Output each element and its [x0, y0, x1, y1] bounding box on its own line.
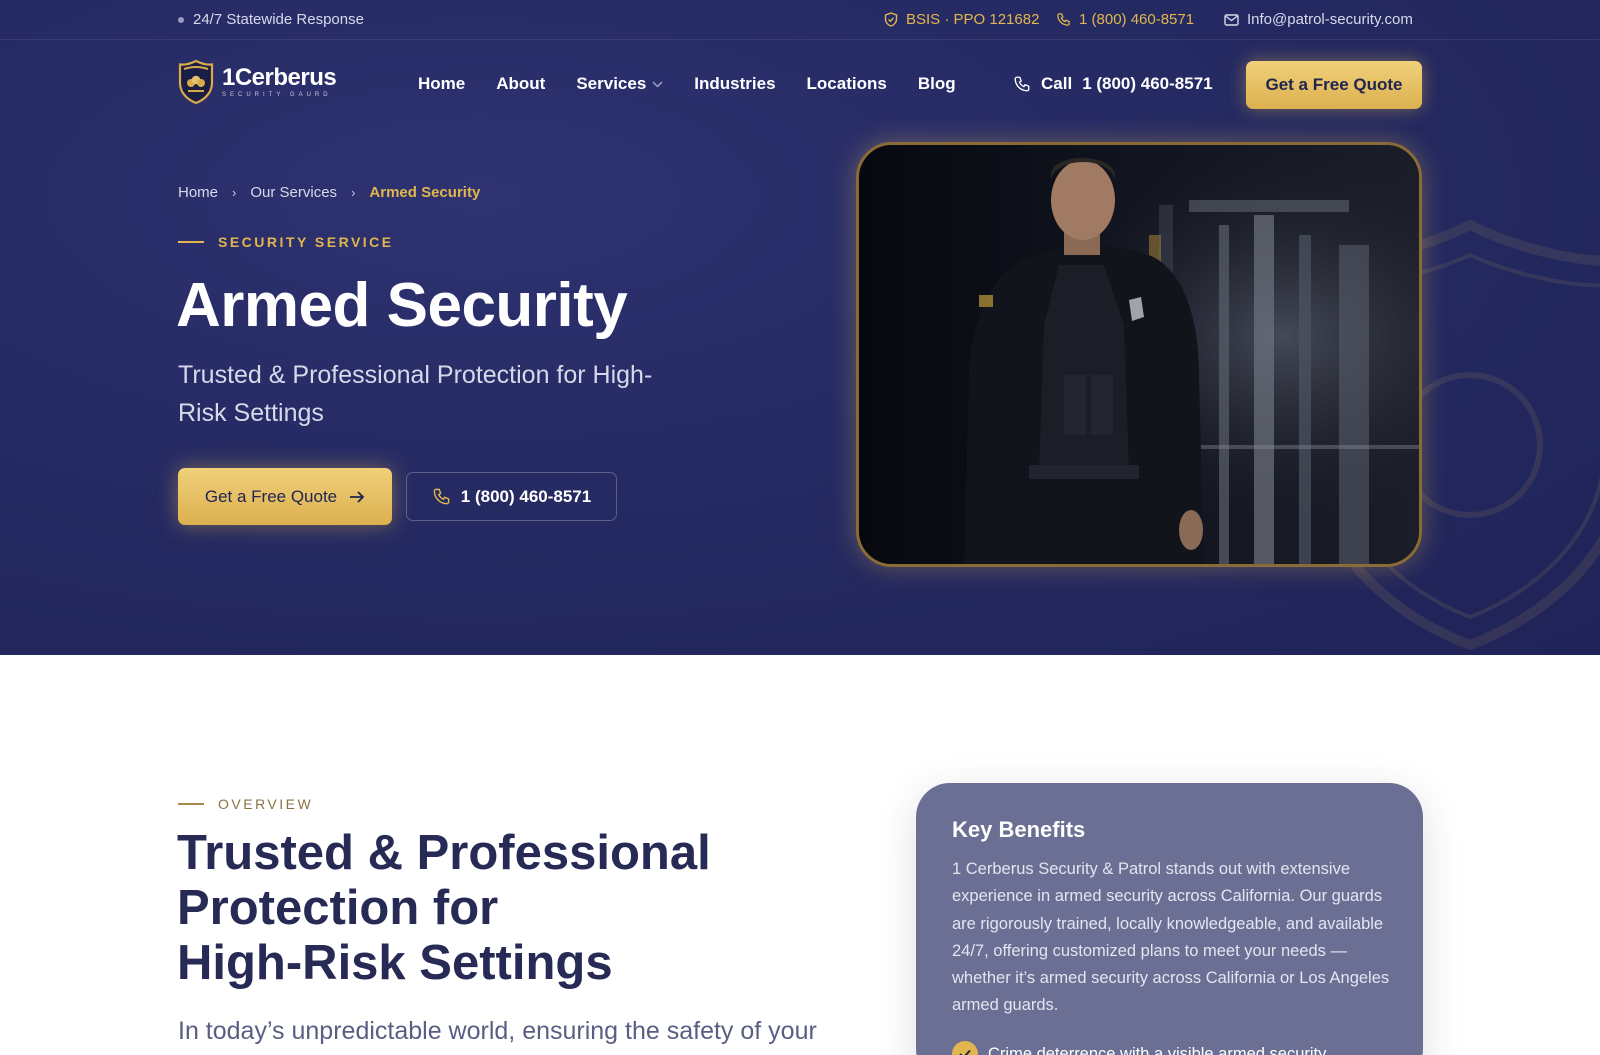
nav-item-locations[interactable]: Locations [807, 74, 887, 94]
chevron-down-icon [652, 80, 663, 88]
nav-call-label: Call [1041, 74, 1073, 93]
response-notice: 24/7 Statewide Response [178, 11, 364, 28]
eyebrow-line [178, 241, 204, 243]
overview-eyebrow: OVERVIEW [178, 796, 313, 812]
license-text: BSIS · PPO 121682 [906, 11, 1040, 28]
hero-eyebrow-text: SECURITY SERVICE [218, 234, 394, 250]
shield-check-icon [884, 12, 898, 27]
overview-title-line-2: Protection for [177, 881, 499, 935]
status-dot-icon [178, 16, 184, 23]
eyebrow-line [178, 803, 204, 805]
nav-item-home[interactable]: Home [418, 74, 465, 94]
overview-title-line-3: High-Risk Settings [177, 936, 613, 990]
overview-title: Trusted & Professional Protection for Hi… [177, 826, 837, 991]
arrow-right-icon [350, 490, 365, 503]
key-benefits-title: Key Benefits [952, 817, 1086, 842]
page-title: Armed Security [176, 271, 628, 340]
key-benefits-card: Key Benefits 1 Cerberus Security & Patro… [916, 783, 1423, 1055]
nav-item-blog[interactable]: Blog [918, 74, 956, 94]
get-quote-nav-button[interactable]: Get a Free Quote [1246, 61, 1422, 109]
key-benefit-text: Crime deterrence with a visible armed se… [988, 1044, 1327, 1055]
overview-eyebrow-text: OVERVIEW [218, 796, 314, 812]
hero-subtitle: Trusted & Professional Protection for Hi… [178, 361, 653, 427]
phone-icon [1014, 76, 1030, 92]
brand-tagline: SECURITY GAURD [222, 92, 332, 98]
phone-icon [1057, 13, 1070, 26]
response-text: 24/7 Statewide Response [193, 11, 364, 28]
key-benefits-text: 1 Cerberus Security & Patrol stands out … [952, 860, 1390, 1015]
license-info: BSIS · PPO 121682 [884, 11, 1039, 28]
call-phone-hero-button[interactable]: 1 (800) 460-8571 [406, 472, 617, 521]
topbar-email-link[interactable]: Info@patrol-security.com [1224, 11, 1413, 28]
armed-guard-photo [856, 142, 1422, 567]
breadcrumb: Home › Our Services › Armed Security [178, 184, 480, 201]
guard-illustration [859, 145, 1419, 564]
nav-item-services-label: Services [576, 74, 647, 93]
chevron-right-icon: › [351, 185, 356, 200]
nav-item-about[interactable]: About [496, 74, 545, 94]
breadcrumb-services[interactable]: Our Services [250, 184, 337, 201]
nav-call-phone: 1 (800) 460-8571 [1082, 74, 1213, 93]
topbar-phone-text: 1 (800) 460-8571 [1079, 11, 1195, 28]
nav-item-services[interactable]: Services [576, 74, 663, 94]
overview-body: In today’s unpredictable world, ensuring… [178, 1017, 817, 1045]
key-benefit-item: Crime deterrence with a visible armed se… [952, 1041, 1326, 1055]
hero-section: 24/7 Statewide Response BSIS · PPO 12168… [0, 0, 1600, 655]
topbar-phone-link[interactable]: 1 (800) 460-8571 [1056, 11, 1194, 28]
breadcrumb-home[interactable]: Home [178, 184, 218, 201]
hero-eyebrow: SECURITY SERVICE [178, 234, 394, 250]
mail-icon [1224, 13, 1239, 26]
nav-links: Home About Services Industries Locations… [418, 74, 956, 94]
breadcrumb-current: Armed Security [369, 184, 481, 201]
top-info-bar: 24/7 Statewide Response BSIS · PPO 12168… [0, 0, 1600, 40]
chevron-right-icon: › [232, 185, 237, 200]
topbar-email-text: Info@patrol-security.com [1247, 11, 1413, 28]
brand-logo[interactable]: 1Cerberus SECURITY GAURD [178, 59, 337, 105]
get-quote-hero-label: Get a Free Quote [204, 486, 338, 506]
get-quote-hero-button[interactable]: Get a Free Quote [178, 468, 392, 525]
brand-name: 1Cerberus [222, 64, 337, 91]
check-icon [952, 1041, 978, 1055]
phone-icon [433, 488, 450, 505]
cerberus-shield-logo-icon [178, 59, 214, 105]
overview-title-line-1: Trusted & Professional [177, 826, 711, 880]
call-phone-hero-label: 1 (800) 460-8571 [460, 486, 592, 506]
main-nav: 1Cerberus SECURITY GAURD Home About Serv… [0, 40, 1600, 130]
nav-call-link[interactable]: Call 1 (800) 460-8571 [1013, 74, 1213, 94]
nav-item-industries[interactable]: Industries [694, 74, 775, 94]
